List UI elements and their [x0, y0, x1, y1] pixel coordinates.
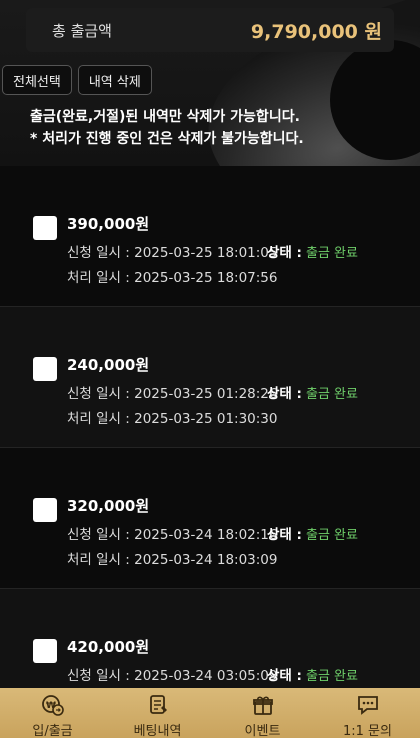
processed-value: 2025-03-25 18:07:56 — [134, 270, 278, 286]
delete-notice: 출금(완료,거절)된 내역만 삭제가 가능합니다. * 처리가 진행 중인 건은… — [30, 106, 304, 150]
list-item: 240,000원 신청 일시 : 2025-03-25 01:28:26 상태 … — [0, 307, 420, 448]
processed-value: 2025-03-24 18:03:09 — [134, 552, 278, 568]
item-checkbox[interactable] — [33, 216, 57, 240]
status-value: 출금 완료 — [306, 246, 358, 261]
gift-icon — [251, 693, 275, 717]
item-amount: 420,000원 — [67, 638, 150, 656]
status-label: 상태 : — [267, 386, 302, 402]
total-withdrawal-value: 9,790,000 원 — [250, 20, 382, 43]
status-value: 출금 완료 — [306, 528, 358, 543]
list-item: 390,000원 신청 일시 : 2025-03-25 18:01:05 상태 … — [0, 166, 420, 307]
tab-events-label: 이벤트 — [244, 724, 281, 738]
item-checkbox[interactable] — [33, 357, 57, 381]
select-all-button[interactable]: 전체선택 — [2, 65, 72, 95]
processed-value: 2025-03-25 01:30:30 — [134, 411, 278, 427]
status-label: 상태 : — [267, 527, 302, 543]
list-item: 320,000원 신청 일시 : 2025-03-24 18:02:16 상태 … — [0, 448, 420, 589]
header-banner: 총 출금액 9,790,000 원 전체선택 내역 삭제 출금(완료,거절)된 … — [0, 0, 420, 166]
requested-value: 2025-03-25 18:01:05 — [134, 245, 278, 261]
item-checkbox[interactable] — [33, 639, 57, 663]
action-buttons: 전체선택 내역 삭제 — [2, 65, 152, 95]
item-requested-at: 신청 일시 : 2025-03-25 01:28:26 — [67, 382, 278, 402]
bottom-tab-bar: ₩ 입/출금 베팅내역 이벤트 1:1 문의 — [0, 688, 420, 738]
item-requested-at: 신청 일시 : 2025-03-24 18:02:16 — [67, 523, 278, 543]
item-requested-at: 신청 일시 : 2025-03-24 03:05:09 — [67, 664, 278, 684]
total-withdrawal-label: 총 출금액 — [52, 21, 112, 40]
requested-label: 신청 일시 : — [67, 386, 135, 402]
requested-label: 신청 일시 : — [67, 245, 135, 261]
notice-line-2: * 처리가 진행 중인 건은 삭제가 불가능합니다. — [30, 131, 304, 147]
requested-value: 2025-03-24 18:02:16 — [134, 527, 278, 543]
processed-label: 처리 일시 : — [67, 270, 135, 286]
requested-label: 신청 일시 : — [67, 527, 135, 543]
withdrawal-list: 390,000원 신청 일시 : 2025-03-25 18:01:05 상태 … — [0, 166, 420, 730]
processed-label: 처리 일시 : — [67, 411, 135, 427]
requested-label: 신청 일시 : — [67, 668, 135, 684]
item-processed-at: 처리 일시 : 2025-03-25 18:07:56 — [67, 266, 278, 286]
item-checkbox[interactable] — [33, 498, 57, 522]
tab-betting-history-label: 베팅내역 — [133, 724, 182, 738]
status-label: 상태 : — [267, 668, 302, 684]
tab-inquiry-label: 1:1 문의 — [343, 724, 392, 738]
requested-value: 2025-03-24 03:05:09 — [134, 668, 278, 684]
status-value: 출금 완료 — [306, 387, 358, 402]
delete-history-button[interactable]: 내역 삭제 — [77, 65, 152, 95]
item-requested-at: 신청 일시 : 2025-03-25 18:01:05 — [67, 241, 278, 261]
tab-events[interactable]: 이벤트 — [210, 688, 315, 738]
status-value: 출금 완료 — [306, 669, 358, 684]
requested-value: 2025-03-25 01:28:26 — [134, 386, 278, 402]
tab-deposit-withdraw[interactable]: ₩ 입/출금 — [0, 688, 105, 738]
tab-betting-history[interactable]: 베팅내역 — [105, 688, 210, 738]
tab-deposit-withdraw-label: 입/출금 — [32, 724, 73, 738]
item-amount: 320,000원 — [67, 497, 150, 515]
item-amount: 390,000원 — [67, 215, 150, 233]
item-amount: 240,000원 — [67, 356, 150, 374]
status-label: 상태 : — [267, 245, 302, 261]
total-withdrawal-card: 총 출금액 9,790,000 원 — [26, 8, 394, 52]
item-processed-at: 처리 일시 : 2025-03-25 01:30:30 — [67, 407, 278, 427]
tab-inquiry[interactable]: 1:1 문의 — [315, 688, 420, 738]
item-processed-at: 처리 일시 : 2025-03-24 18:03:09 — [67, 548, 278, 568]
notice-line-1: 출금(완료,거절)된 내역만 삭제가 가능합니다. — [30, 109, 300, 125]
document-list-icon — [146, 693, 170, 717]
chat-bubble-icon — [356, 693, 380, 717]
won-exchange-icon: ₩ — [41, 693, 65, 717]
processed-label: 처리 일시 : — [67, 552, 135, 568]
